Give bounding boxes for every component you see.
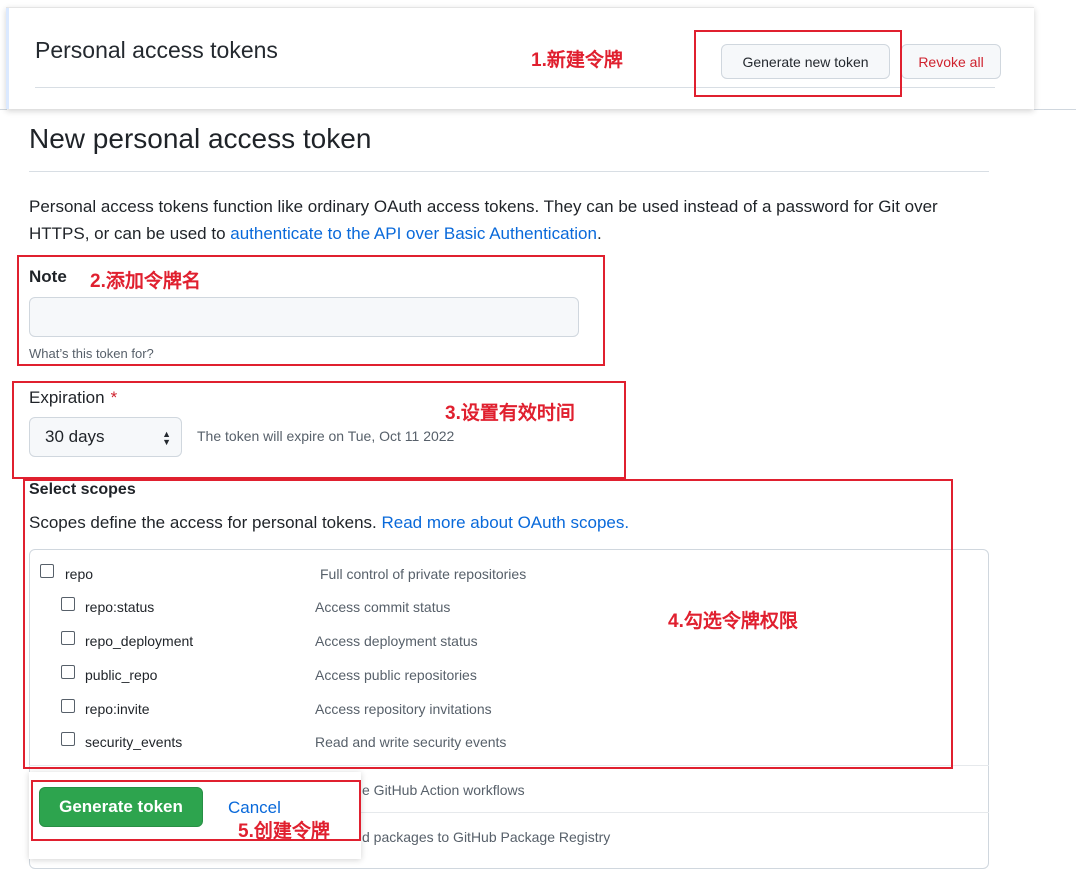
scope-desc-packages-partial: d packages to GitHub Package Registry [362, 829, 611, 845]
scope-desc-workflow-partial: e GitHub Action workflows [362, 782, 525, 798]
annotation-box-step3 [12, 381, 626, 479]
annotation-step1: 1.新建令牌 [531, 50, 623, 71]
basic-auth-link[interactable]: authenticate to the API over Basic Authe… [230, 224, 597, 243]
annotation-step5: 5.创建令牌 [238, 821, 330, 842]
annotation-step2: 2.添加令牌名 [90, 271, 201, 292]
intro-end: . [596, 224, 602, 243]
revoke-all-button[interactable]: Revoke all [901, 44, 1001, 79]
page-divider-right [1034, 109, 1076, 110]
page-divider-left [0, 109, 7, 110]
annotation-box-step4 [23, 479, 953, 769]
header-title: Personal access tokens [35, 37, 278, 63]
annotation-box-step1 [694, 30, 902, 97]
annotation-step3: 3.设置有效时间 [445, 403, 575, 424]
title-divider [29, 171, 989, 172]
intro-paragraph: Personal access tokens function like ord… [29, 193, 969, 247]
page-title: New personal access token [29, 123, 372, 154]
annotation-step4: 4.勾选令牌权限 [668, 611, 798, 632]
